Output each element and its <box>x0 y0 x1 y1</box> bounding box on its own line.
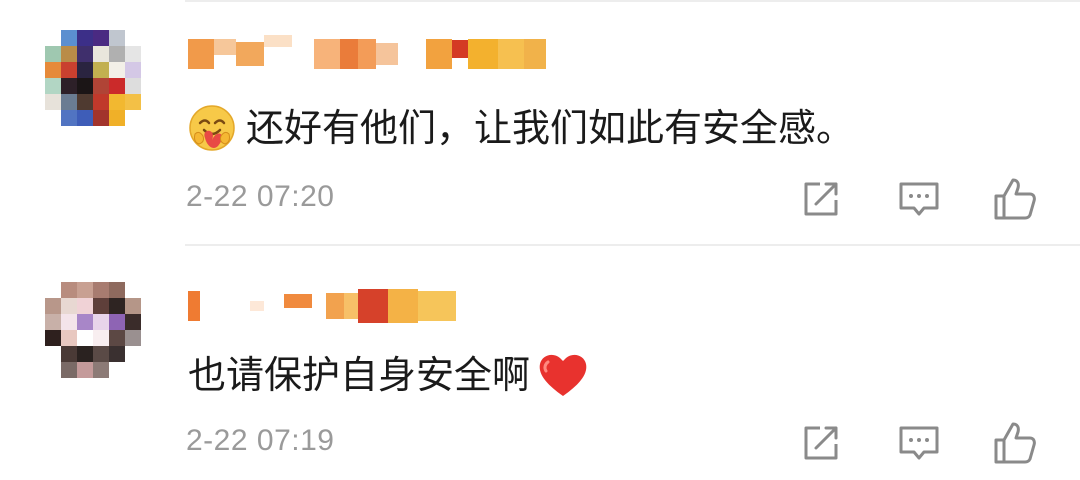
red-heart-emoji-icon <box>536 350 590 400</box>
comment-timestamp: 2-22 07:19 <box>186 424 335 457</box>
comment-text: 也请保护自身安全啊 <box>188 350 590 400</box>
thumbs-up-icon[interactable] <box>992 420 1038 466</box>
avatar[interactable] <box>45 282 141 394</box>
comment-body: 也请保护自身安全啊 <box>188 353 531 397</box>
comment-item: 也请保护自身安全啊 2-22 07:19 <box>0 0 1080 480</box>
username-mosaic <box>188 284 456 328</box>
share-icon[interactable] <box>798 420 844 466</box>
comment-icon[interactable] <box>896 420 942 466</box>
